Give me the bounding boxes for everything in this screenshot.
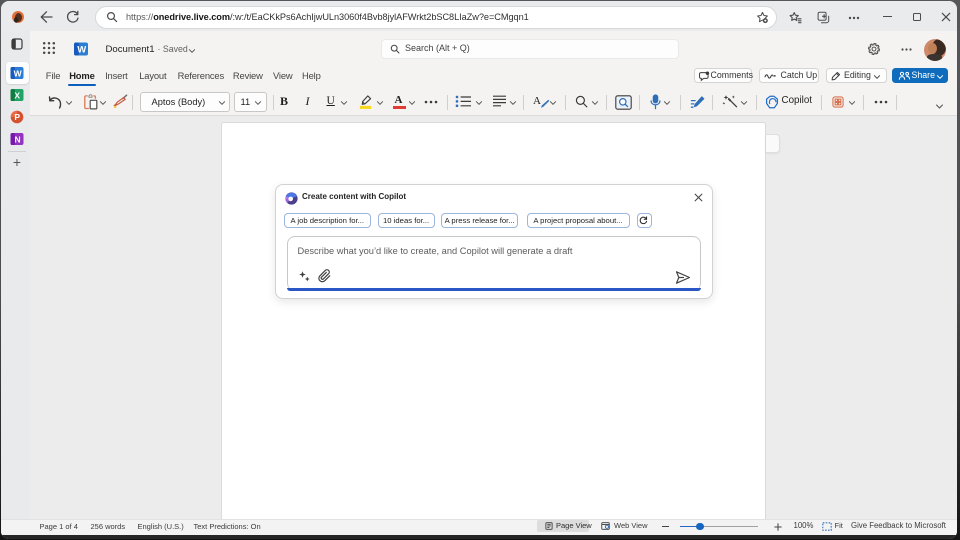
- svg-text:X: X: [14, 90, 20, 100]
- svg-text:P: P: [14, 112, 20, 122]
- svg-text:W: W: [77, 45, 86, 56]
- svg-text:N: N: [15, 134, 21, 144]
- svg-text:W: W: [14, 68, 23, 78]
